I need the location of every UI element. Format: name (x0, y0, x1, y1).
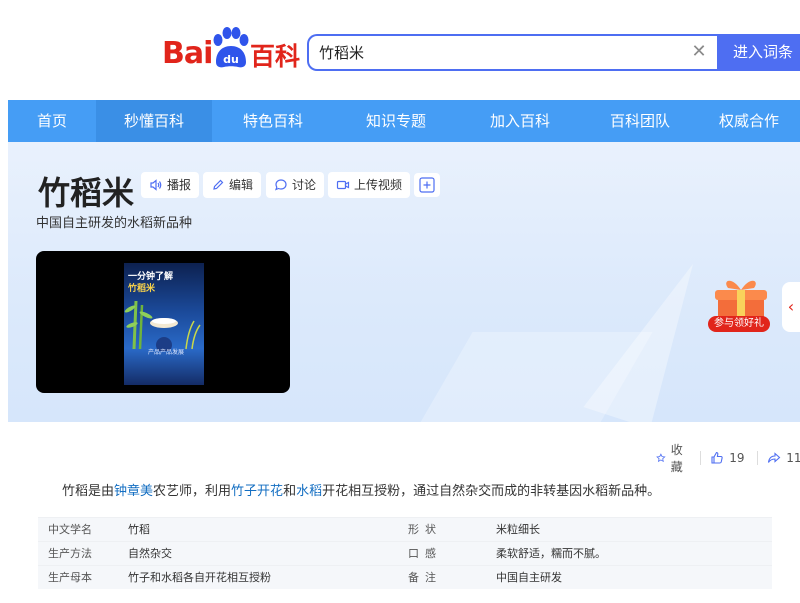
share-count: 11 (786, 451, 800, 465)
info-key: 生产方法 (48, 547, 92, 560)
nav-item-miaodong[interactable]: 秒懂百科 (96, 100, 212, 142)
info-value: 米粒细长 (496, 523, 540, 536)
entry-subtitle: 中国自主研发的水稻新品种 (36, 216, 193, 231)
video-thumbnail: 一分钟了解 竹稻米 产品产品发展 (124, 263, 204, 385)
summary-text: 和 (283, 484, 297, 499)
info-key: 形状 (408, 523, 442, 536)
entry-summary: 竹稻是由钟章美农艺师，利用竹子开花和水稻开花相互授粉，通过自然杂交而成的非转基因… (62, 480, 660, 499)
divider (756, 451, 758, 465)
entry-stats: 收藏 19 11 (656, 443, 800, 474)
nav-item-topics[interactable]: 知识专题 (334, 100, 458, 142)
bamboo-illustration (124, 300, 201, 351)
like-count: 19 (729, 451, 745, 465)
enter-entry-button[interactable]: 进入词条 (717, 34, 800, 71)
search-box: ✕ (307, 34, 717, 71)
favorite-button[interactable]: 收藏 (656, 441, 688, 475)
search-input[interactable] (319, 36, 679, 69)
nav-item-join[interactable]: 加入百科 (458, 100, 582, 142)
speaker-icon (150, 179, 162, 191)
baidu-baike-logo[interactable]: Bai du 百科 (162, 26, 302, 71)
info-key: 中文学名 (48, 523, 92, 536)
share-button[interactable]: 11 (767, 451, 800, 465)
video-camera-icon (336, 180, 350, 190)
nav-item-team[interactable]: 百科团队 (582, 100, 698, 142)
table-row: 中文学名 竹稻 形状 米粒细长 (38, 517, 772, 541)
summary-text: 竹稻是由 (62, 484, 115, 499)
nav-item-featured[interactable]: 特色百科 (212, 100, 334, 142)
video-player[interactable]: 一分钟了解 竹稻米 产品产品发展 (36, 251, 290, 393)
plus-icon (419, 177, 435, 193)
close-icon[interactable]: ✕ (689, 42, 709, 62)
pencil-icon (213, 179, 224, 190)
like-button[interactable]: 19 (710, 451, 745, 465)
divider (699, 451, 701, 465)
entry-hero: 竹稻米 播报 编辑 讨论 上传视频 中国自主研发的水稻新品种 一分钟了解 竹稻米 (8, 142, 800, 422)
discuss-button[interactable]: 讨论 (266, 172, 325, 198)
chat-icon (275, 179, 287, 191)
nav-item-authority[interactable]: 权威合作 (698, 100, 800, 142)
nav-item-home[interactable]: 首页 (8, 100, 96, 142)
info-value: 中国自主研发 (496, 571, 562, 584)
logo-bai-text: Bai (162, 36, 213, 71)
summary-text: 农艺师，利用 (153, 484, 232, 499)
upload-video-label: 上传视频 (354, 178, 403, 192)
share-icon (768, 452, 781, 463)
summary-link-zhong-zhangmei[interactable]: 钟章美 (114, 484, 153, 499)
info-value: 柔软舒适，糯而不腻。 (496, 547, 606, 560)
video-caption: 产品产品发展 (148, 349, 185, 356)
table-row: 生产方法 自然杂交 口感 柔软舒适，糯而不腻。 (38, 541, 772, 565)
thumbs-up-icon (711, 451, 723, 464)
upload-video-button[interactable]: 上传视频 (328, 172, 411, 198)
paw-icon: du (213, 27, 249, 68)
edit-label: 编辑 (229, 178, 254, 192)
logo-du-text: du (223, 53, 239, 66)
summary-link-rice[interactable]: 水稻 (296, 484, 322, 499)
header: Bai du 百科 ✕ 进入词条 (0, 0, 800, 100)
info-key: 备注 (408, 571, 442, 584)
basic-info-table: 中文学名 竹稻 形状 米粒细长 生产方法 自然杂交 口感 柔软舒适，糯而不腻。 … (38, 517, 772, 589)
add-button[interactable] (414, 173, 440, 197)
logo-baike-text: 百科 (250, 42, 301, 71)
broadcast-button[interactable]: 播报 (141, 172, 200, 198)
info-value: 自然杂交 (128, 547, 172, 560)
broadcast-label: 播报 (167, 178, 192, 192)
summary-link-bamboo-flowering[interactable]: 竹子开花 (231, 484, 283, 499)
entry-title: 竹稻米 (38, 174, 135, 212)
star-icon (656, 453, 666, 463)
table-row: 生产母本 竹子和水稻各自开花相互授粉 备注 中国自主研发 (38, 565, 772, 589)
gift-label[interactable]: 参与领好礼 (708, 316, 770, 332)
favorite-label: 收藏 (670, 443, 683, 474)
info-key: 生产母本 (48, 571, 92, 584)
discuss-label: 讨论 (292, 178, 317, 192)
info-value: 竹稻 (128, 523, 150, 536)
summary-text: 开花相互授粉，通过自然杂交而成的非转基因水稻新品种。 (322, 484, 661, 499)
edit-button[interactable]: 编辑 (203, 172, 262, 198)
info-key: 口感 (408, 547, 442, 560)
info-value: 竹子和水稻各自开花相互授粉 (128, 571, 271, 584)
chevron-left-icon[interactable]: ‹ (782, 282, 800, 332)
main-nav: 首页 秒懂百科 特色百科 知识专题 加入百科 百科团队 权威合作 (8, 100, 800, 142)
